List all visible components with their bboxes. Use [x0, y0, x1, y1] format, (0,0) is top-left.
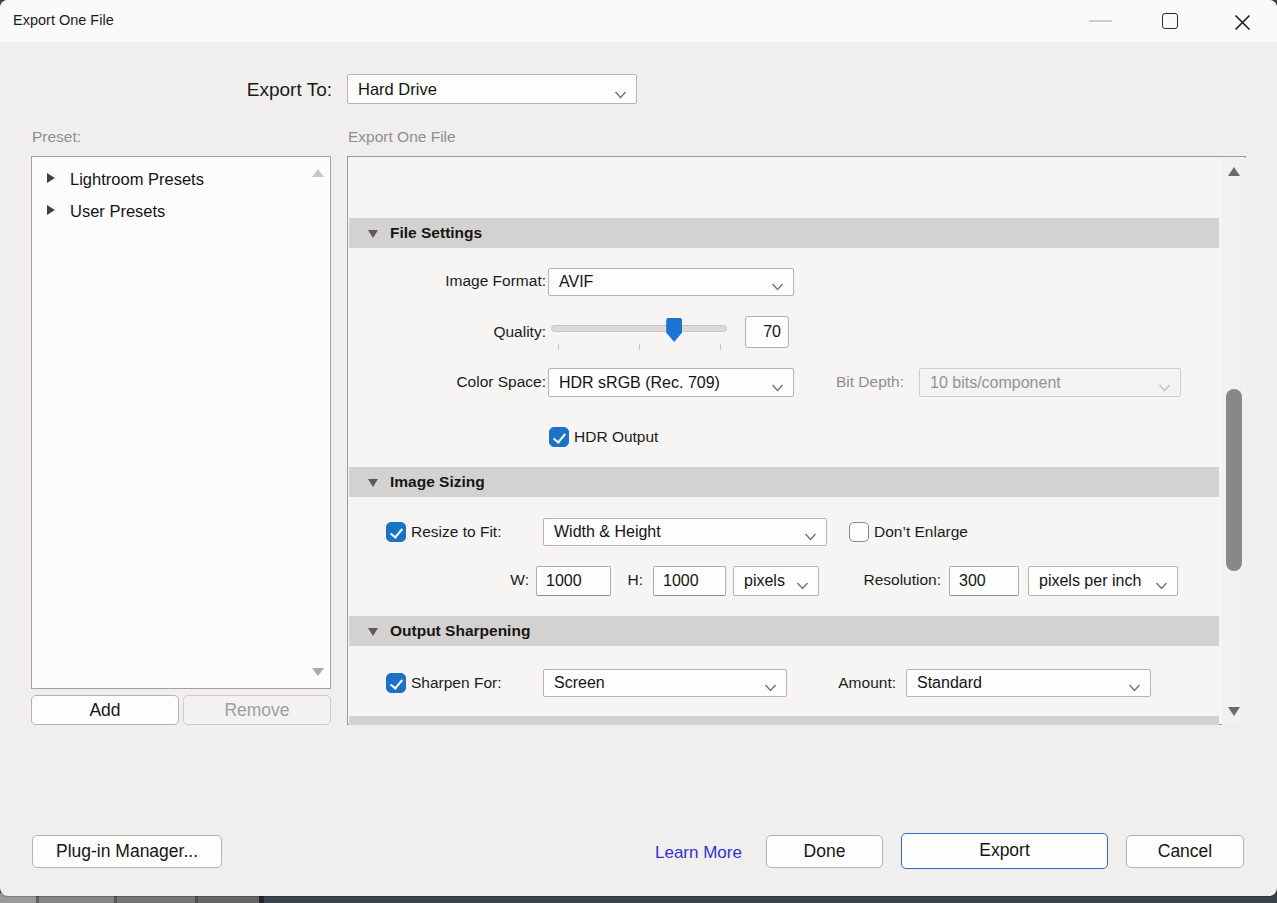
slider-tick — [558, 344, 559, 350]
quality-value-input[interactable]: 70 — [745, 316, 789, 348]
amount-label: Amount: — [796, 673, 896, 693]
chevron-down-icon — [1158, 378, 1171, 387]
chevron-down-icon — [614, 85, 627, 94]
color-space-label: Color Space: — [368, 372, 546, 392]
plugin-manager-button[interactable]: Plug-in Manager... — [32, 835, 222, 868]
dialog-title: Export One File — [13, 12, 114, 28]
quality-label: Quality: — [368, 322, 546, 342]
chevron-down-icon — [1155, 577, 1168, 586]
height-label: H: — [609, 570, 643, 590]
amount-select[interactable]: Standard — [906, 669, 1151, 697]
resolution-label: Resolution: — [841, 570, 941, 590]
collapse-triangle-icon — [368, 628, 378, 636]
resize-to-fit-select[interactable]: Width & Height — [543, 518, 827, 546]
panel-scrollbar[interactable] — [1222, 158, 1246, 725]
dont-enlarge-label: Don’t Enlarge — [874, 522, 968, 542]
chevron-down-icon — [771, 278, 784, 287]
slider-tick — [639, 344, 640, 350]
color-space-select[interactable]: HDR sRGB (Rec. 709) — [548, 368, 794, 397]
panel-title: Export One File — [348, 127, 456, 147]
scroll-down-icon[interactable] — [1228, 707, 1240, 716]
scroll-up-icon[interactable] — [1228, 167, 1240, 176]
bit-depth-select: 10 bits/component — [919, 368, 1181, 397]
chevron-down-icon — [1128, 679, 1141, 688]
sharpen-for-select[interactable]: Screen — [543, 669, 787, 697]
section-file-settings[interactable]: File Settings — [349, 218, 1219, 248]
export-button[interactable]: Export — [901, 833, 1108, 869]
maximize-icon — [1162, 13, 1178, 29]
export-dialog: Export One File Export To: Hard Drive Pr… — [0, 0, 1277, 896]
chevron-down-icon — [804, 528, 817, 537]
minimize-button[interactable] — [1066, 0, 1112, 40]
slider-tick — [720, 344, 721, 350]
export-to-select[interactable]: Hard Drive — [347, 74, 637, 104]
preset-list[interactable]: Lightroom PresetsUser Presets — [31, 156, 331, 689]
sharpen-for-label: Sharpen For: — [411, 673, 501, 693]
resolution-units-select[interactable]: pixels per inch — [1028, 566, 1178, 596]
minimize-icon — [1089, 20, 1112, 22]
scrollbar-thumb[interactable] — [1226, 389, 1242, 571]
image-format-select[interactable]: AVIF — [548, 268, 794, 296]
quality-slider-track[interactable] — [551, 325, 727, 332]
scroll-down-icon[interactable] — [312, 668, 324, 676]
close-button[interactable] — [1210, 0, 1256, 40]
collapse-triangle-icon — [368, 230, 378, 238]
height-input[interactable]: 1000 — [653, 566, 726, 596]
collapse-triangle-icon — [368, 479, 378, 487]
section-image-sizing[interactable]: Image Sizing — [349, 467, 1219, 497]
learn-more-link[interactable]: Learn More — [655, 842, 742, 864]
close-icon — [1233, 13, 1252, 32]
done-button[interactable]: Done — [766, 835, 883, 868]
remove-button[interactable]: Remove — [183, 695, 331, 725]
hdr-output-label: HDR Output — [574, 427, 658, 447]
maximize-button[interactable] — [1139, 0, 1185, 40]
titlebar: Export One File — [0, 0, 1277, 42]
expand-triangle-icon — [47, 173, 55, 183]
add-button[interactable]: Add — [31, 695, 179, 725]
preset-item[interactable]: Lightroom Presets — [32, 163, 330, 194]
export-to-label: Export To: — [150, 79, 332, 101]
preset-item[interactable]: User Presets — [32, 195, 330, 226]
quality-slider-thumb[interactable] — [666, 318, 682, 342]
image-format-label: Image Format: — [368, 271, 546, 291]
screen: Export One File Export To: Hard Drive Pr… — [0, 0, 1277, 903]
section-output-sharpening[interactable]: Output Sharpening — [349, 616, 1219, 646]
scroll-up-icon[interactable] — [312, 169, 324, 177]
width-input[interactable]: 1000 — [536, 566, 611, 596]
chevron-down-icon — [764, 679, 777, 688]
units-select[interactable]: pixels — [733, 566, 819, 596]
expand-triangle-icon — [47, 205, 55, 215]
bit-depth-label: Bit Depth: — [768, 372, 904, 392]
resize-to-fit-label: Resize to Fit: — [411, 522, 501, 542]
dont-enlarge-checkbox[interactable] — [849, 522, 869, 542]
settings-panel: File Settings Image Format: AVIF Quality… — [347, 156, 1246, 725]
preset-label: Preset: — [32, 127, 81, 147]
resolution-input[interactable]: 300 — [949, 566, 1019, 596]
chevron-down-icon — [796, 577, 809, 586]
resize-to-fit-checkbox[interactable] — [386, 522, 406, 542]
width-label: W: — [489, 570, 529, 590]
cancel-button[interactable]: Cancel — [1126, 835, 1244, 868]
sharpen-for-checkbox[interactable] — [386, 673, 406, 693]
next-section-header-sliver — [349, 716, 1219, 725]
hdr-output-checkbox[interactable] — [549, 427, 569, 447]
